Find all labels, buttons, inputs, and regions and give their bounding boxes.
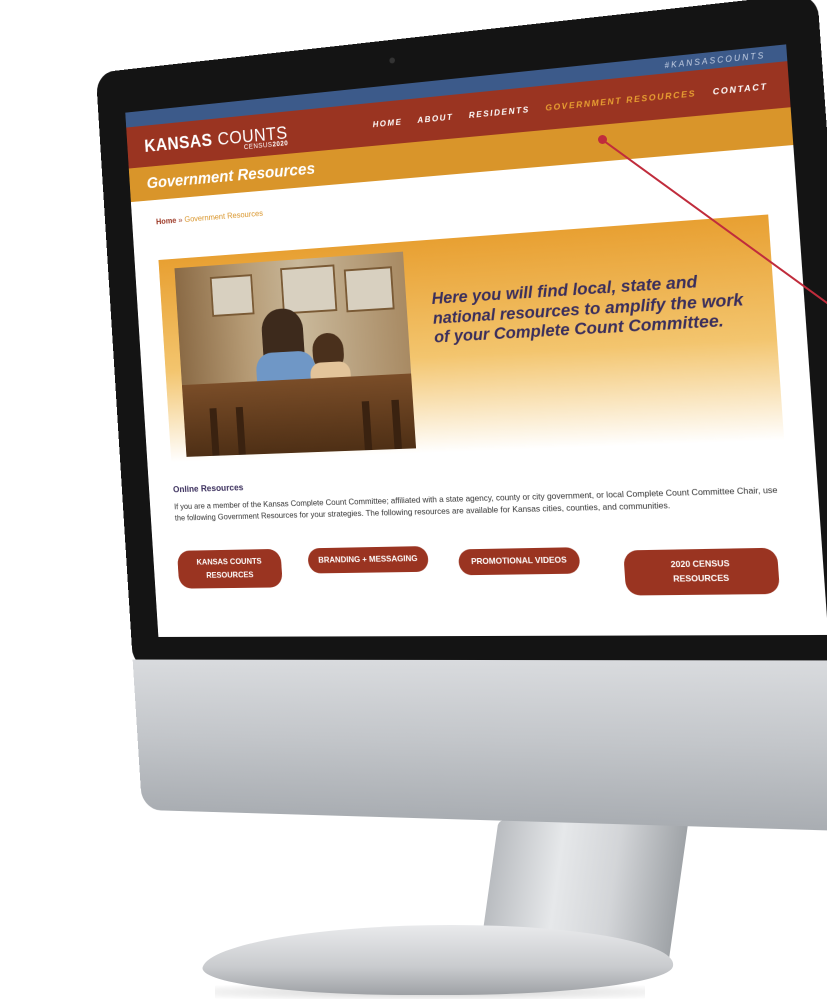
nav-government-resources[interactable]: GOVERNMENT RESOURCES: [545, 88, 696, 113]
button-label-line-2: RESOURCES: [672, 572, 730, 584]
logo-counts: COUNTS CENSUS2020: [217, 123, 289, 151]
button-label: KANSAS COUNTS RESOURCES: [196, 555, 263, 582]
monitor: #KANSASCOUNTS KANSAS COUNTS CENSUS2020 H…: [95, 0, 827, 886]
breadcrumb-home[interactable]: Home: [156, 215, 177, 226]
button-label: 2020 CENSUS RESOURCES: [670, 557, 731, 586]
resource-buttons: KANSAS COUNTS RESOURCES BRANDING + MESSA…: [153, 532, 827, 621]
hero-photo: [174, 251, 417, 457]
logo-census-word: CENSUS: [243, 141, 273, 151]
button-label-line-1: 2020 CENSUS: [670, 557, 730, 570]
button-label-line-2: RESOURCES: [205, 569, 254, 580]
hero-banner: Here you will find local, state and nati…: [158, 214, 785, 463]
callout-dot: [598, 135, 607, 144]
promotional-videos-button[interactable]: PROMOTIONAL VIDEOS: [457, 546, 581, 575]
nav-contact[interactable]: CONTACT: [712, 81, 768, 97]
photo-wall-frame: [280, 264, 338, 315]
monitor-chin: [132, 659, 827, 832]
photo-wall-frame: [343, 266, 395, 313]
button-label-line-1: KANSAS COUNTS: [196, 555, 262, 567]
nav-home[interactable]: HOME: [372, 117, 402, 130]
button-label: PROMOTIONAL VIDEOS: [470, 554, 567, 566]
screen: #KANSASCOUNTS KANSAS COUNTS CENSUS2020 H…: [125, 44, 827, 637]
breadcrumb-current: Government Resources: [184, 208, 264, 224]
branding-messaging-button[interactable]: BRANDING + MESSAGING: [307, 545, 429, 574]
logo-kansas: KANSAS: [143, 129, 213, 156]
illustration: #KANSASCOUNTS KANSAS COUNTS CENSUS2020 H…: [0, 0, 827, 1007]
nav-about[interactable]: ABOUT: [417, 112, 454, 125]
site-logo[interactable]: KANSAS COUNTS CENSUS2020: [143, 123, 289, 157]
logo-census-year: 2020: [272, 139, 289, 148]
census-2020-resources-button[interactable]: 2020 CENSUS RESOURCES: [623, 547, 781, 596]
camera-dot: [389, 57, 396, 64]
button-label: BRANDING + MESSAGING: [317, 552, 418, 565]
photo-wall-frame: [209, 274, 255, 317]
kansas-counts-resources-button[interactable]: KANSAS COUNTS RESOURCES: [176, 548, 283, 589]
nav-residents[interactable]: RESIDENTS: [468, 104, 530, 120]
hero-text: Here you will find local, state and nati…: [430, 271, 744, 347]
